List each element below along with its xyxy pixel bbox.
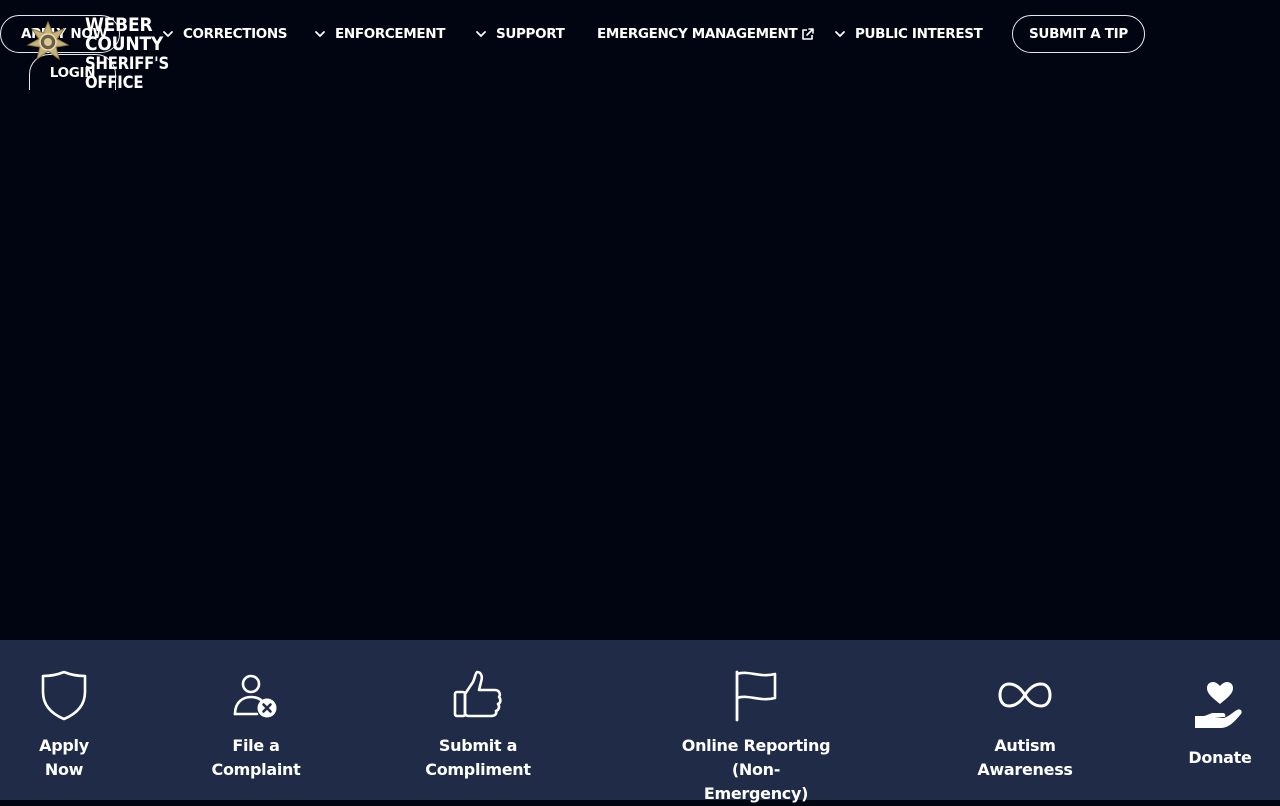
nav-support[interactable]: SUPPORT — [474, 24, 565, 44]
site-header: APPLY NOW LOGIN WEBER COUNTY SHERIFF'S O… — [0, 0, 1280, 92]
external-link-icon — [802, 28, 815, 40]
brand-line-2: SHERIFF'S OFFICE — [85, 54, 169, 92]
chevron-down-icon — [163, 31, 173, 37]
quick-link-apply-now[interactable]: Apply Now — [24, 668, 104, 782]
quick-link-submit-compliment[interactable]: Submit a Compliment — [418, 668, 538, 782]
quick-link-label: File a Complaint — [211, 736, 301, 779]
nav-label: ENFORCEMENT — [335, 26, 446, 42]
user-remove-icon — [233, 674, 277, 718]
sheriff-star-icon — [26, 20, 70, 61]
chevron-down-icon — [315, 31, 325, 37]
quick-link-online-reporting[interactable]: Online Reporting (Non- Emergency) — [656, 668, 856, 806]
nav-corrections[interactable]: CORRECTIONS — [161, 24, 288, 44]
shield-icon — [41, 670, 87, 721]
nav-label: SUPPORT — [496, 26, 565, 42]
quick-link-file-complaint[interactable]: File a Complaint — [206, 668, 306, 782]
nav-emergency-management[interactable]: EMERGENCY MANAGEMENT — [597, 24, 815, 44]
quick-link-autism-awareness[interactable]: Autism Awareness — [970, 668, 1080, 782]
flag-icon — [735, 670, 777, 722]
nav-label: CORRECTIONS — [183, 26, 288, 42]
nav-label: PUBLIC INTEREST — [855, 26, 983, 42]
infinity-icon — [998, 682, 1052, 708]
chevron-down-icon — [476, 31, 486, 37]
nav-label: EMERGENCY MANAGEMENT — [597, 26, 798, 42]
quick-link-label: Autism Awareness — [977, 736, 1073, 779]
quick-link-label: Donate — [1188, 748, 1252, 767]
hero-video-area — [0, 0, 1280, 640]
quick-link-label: Online Reporting (Non- Emergency) — [681, 736, 831, 803]
nav-public-interest[interactable]: PUBLIC INTEREST — [833, 24, 983, 44]
chevron-down-icon — [835, 31, 845, 37]
quick-links-bar: Apply Now File a Complaint Submit a Comp… — [0, 640, 1280, 803]
quick-link-label: Apply Now — [39, 736, 89, 779]
nav-enforcement[interactable]: ENFORCEMENT — [313, 24, 445, 44]
heart-hand-icon — [1195, 682, 1242, 728]
quick-link-label: Submit a Compliment — [425, 736, 531, 779]
quick-link-donate[interactable]: Donate — [1180, 680, 1260, 770]
submit-tip-button[interactable]: SUBMIT A TIP — [1012, 15, 1145, 53]
thumbs-up-icon — [453, 670, 502, 718]
